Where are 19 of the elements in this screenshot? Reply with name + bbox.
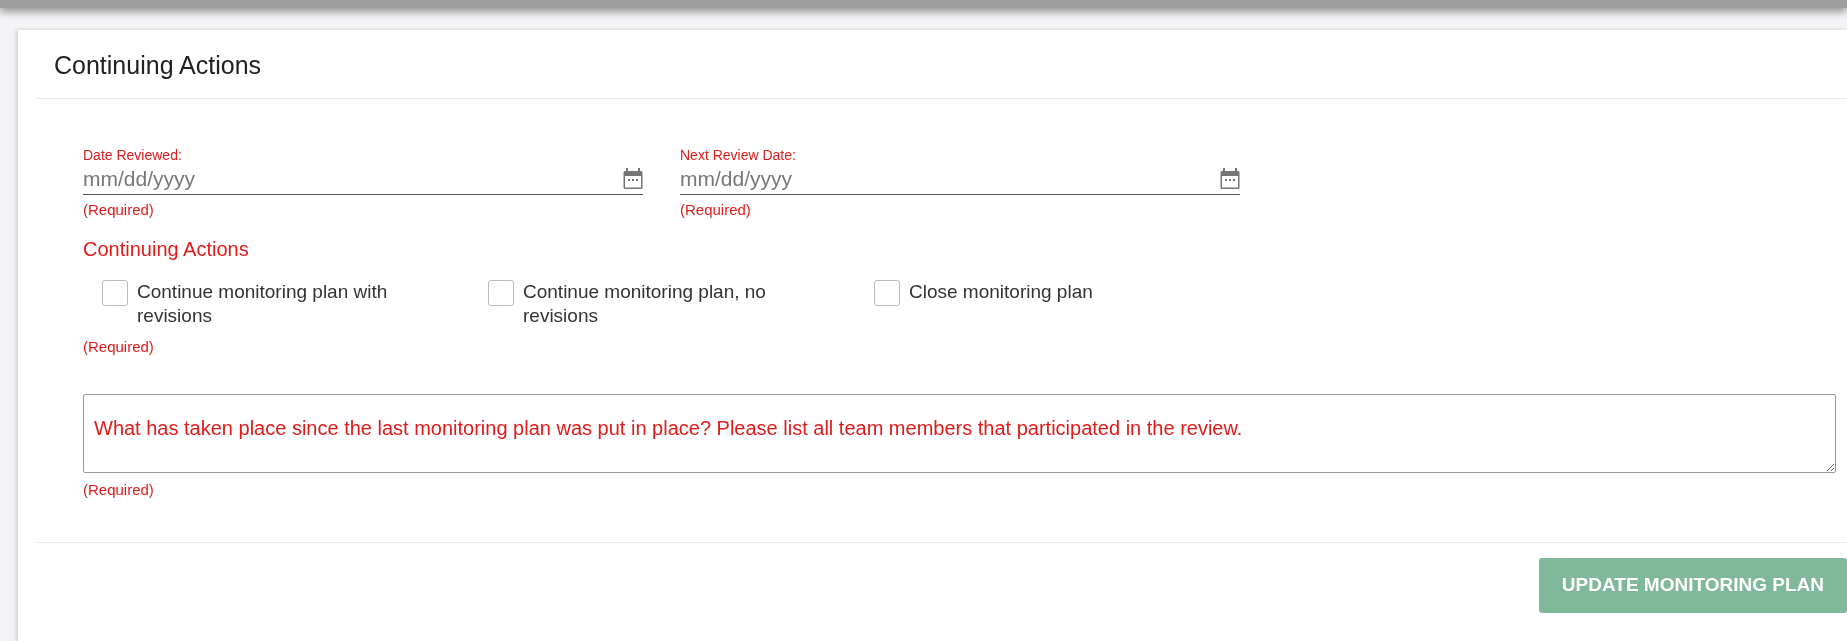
checkbox[interactable] — [874, 279, 900, 306]
card-title: Continuing Actions — [54, 50, 263, 80]
required-hint: (Required) — [83, 200, 155, 220]
notes-field[interactable]: What has taken place since the last monitoring plan was put in place? Please list all team members that participated in the review. — [83, 394, 1836, 473]
checkbox[interactable] — [102, 279, 128, 306]
required-hint: (Required) — [83, 480, 155, 500]
calendar-icon[interactable] — [1220, 167, 1240, 190]
checkbox-label: Continue monitoring plan with revisions — [137, 279, 389, 328]
checkbox-label: Continue monitoring plan, no revisions — [523, 279, 767, 328]
calendar-icon[interactable] — [623, 167, 643, 190]
date-field[interactable]: mm/dd/yyyy — [83, 162, 623, 195]
checkbox[interactable] — [488, 279, 514, 306]
field-label: Date Reviewed: — [83, 147, 183, 163]
required-hint: (Required) — [83, 336, 155, 357]
field-label: Next Review Date: — [680, 147, 797, 163]
checkbox-label: Close monitoring plan — [909, 279, 1094, 304]
required-hint: (Required) — [680, 200, 752, 220]
section-heading: Continuing Actions — [83, 236, 250, 262]
date-field[interactable]: mm/dd/yyyy — [680, 162, 1220, 195]
